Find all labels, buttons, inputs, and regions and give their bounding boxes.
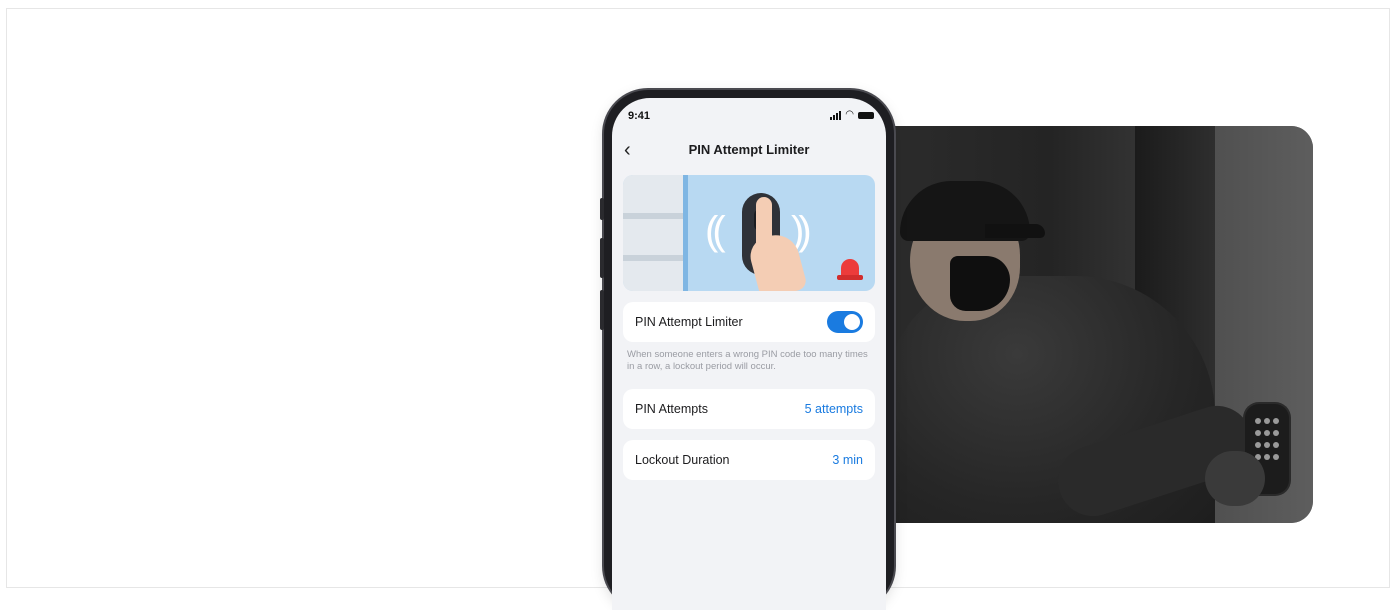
person-hand [1205, 451, 1265, 506]
pin-attempt-limiter-card: PIN Attempt Limiter [623, 302, 875, 342]
cap-brim [985, 224, 1045, 238]
hero-photo [875, 126, 1313, 523]
illustration-wall [623, 175, 683, 291]
wall-line [623, 213, 683, 219]
keypad-key [1264, 430, 1270, 436]
pin-attempts-row[interactable]: PIN Attempts 5 attempts [623, 389, 875, 429]
battery-icon [858, 111, 874, 119]
keypad-key [1273, 442, 1279, 448]
keypad-key [1273, 418, 1279, 424]
phone-mockup: 9:41 ◠ ‹ PIN Attempt Limiter (( )) PIN A… [600, 90, 894, 610]
alarm-base [837, 275, 863, 280]
signal-waves-left-icon: (( [705, 209, 725, 253]
phone-volume-up [600, 238, 604, 278]
feature-illustration: (( )) [623, 175, 875, 291]
wall-line [623, 255, 683, 261]
pin-attempts-value: 5 attempts [804, 402, 863, 416]
limiter-label: PIN Attempt Limiter [635, 315, 743, 329]
nav-bar: ‹ PIN Attempt Limiter [612, 136, 886, 164]
limiter-toggle[interactable] [827, 311, 863, 333]
lockout-duration-value: 3 min [832, 453, 863, 467]
lockout-duration-label: Lockout Duration [635, 453, 730, 467]
limiter-description: When someone enters a wrong PIN code too… [627, 349, 868, 372]
page-title: PIN Attempt Limiter [688, 142, 810, 157]
phone-screen: 9:41 ◠ ‹ PIN Attempt Limiter (( )) PIN A… [612, 98, 886, 610]
keypad-key [1255, 442, 1261, 448]
keypad-key [1255, 418, 1261, 424]
keypad-key [1264, 442, 1270, 448]
keypad-key [1264, 454, 1270, 460]
phone-volume-down [600, 290, 604, 330]
keypad-key [1273, 454, 1279, 460]
phone-mute-switch [600, 198, 604, 220]
status-icons: ◠ [830, 110, 874, 120]
status-bar: 9:41 ◠ [612, 98, 886, 128]
lockout-duration-row[interactable]: Lockout Duration 3 min [623, 440, 875, 480]
status-time: 9:41 [628, 110, 651, 122]
illustration-finger [756, 197, 772, 257]
pin-attempts-label: PIN Attempts [635, 402, 708, 416]
door-edge [683, 175, 688, 291]
keypad-key [1264, 418, 1270, 424]
toggle-knob [844, 314, 860, 330]
keypad-key [1273, 430, 1279, 436]
keypad-key [1255, 430, 1261, 436]
cellular-signal-icon [830, 110, 842, 120]
wifi-icon: ◠ [845, 109, 854, 120]
